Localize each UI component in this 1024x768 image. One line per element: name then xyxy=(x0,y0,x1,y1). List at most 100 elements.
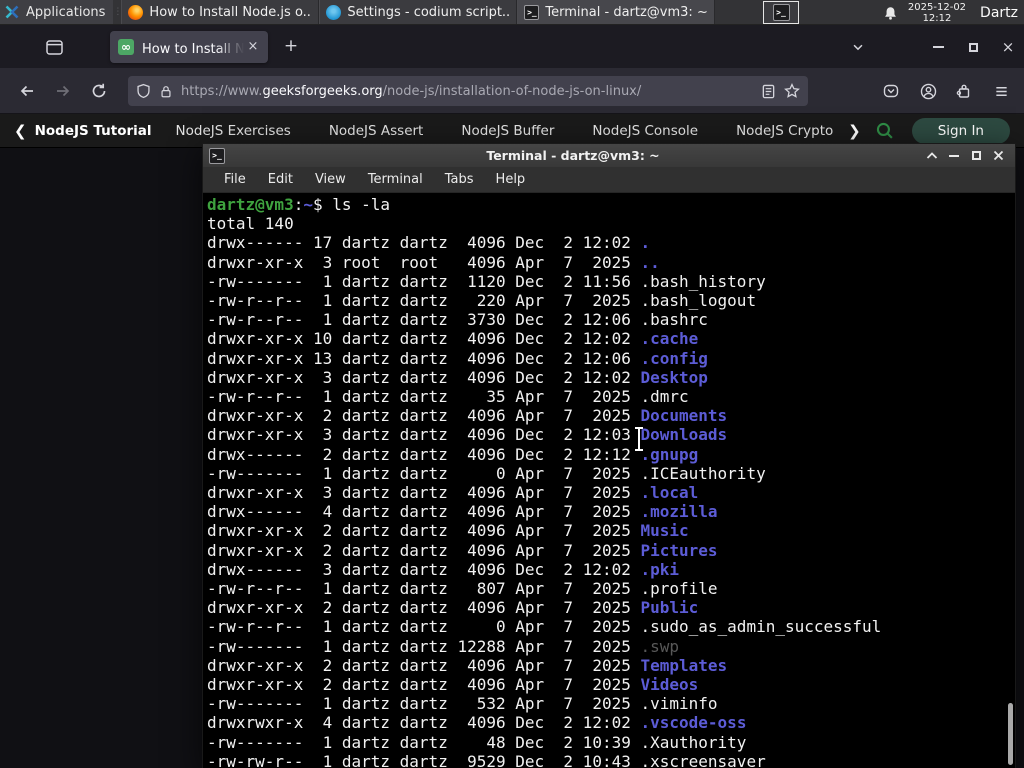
terminal-menu-file[interactable]: File xyxy=(213,169,257,190)
terminal-menu-terminal[interactable]: Terminal xyxy=(357,169,434,190)
terminal-menu-tabs[interactable]: Tabs xyxy=(434,169,485,190)
terminal-line: -rw------- 1 dartz dartz 1120 Dec 2 11:5… xyxy=(207,271,766,291)
terminal-titlebar[interactable]: >_ Terminal - dartz@vm3: ~ xyxy=(203,144,1015,167)
taskbar-button-label: Settings - codium script... xyxy=(347,4,511,20)
terminal-line: -rw-r--r-- 1 dartz dartz 220 Apr 7 2025 … xyxy=(207,291,757,311)
account-icon[interactable] xyxy=(915,79,941,103)
notification-bell-icon[interactable] xyxy=(883,5,898,21)
terminal-maximize-icon[interactable] xyxy=(965,147,987,164)
tray-terminal-indicator[interactable]: >_ xyxy=(763,1,799,24)
terminal-line: -rw------- 1 dartz dartz 0 Apr 7 2025 .I… xyxy=(207,463,766,483)
terminal-line: drwxr-xr-x 10 dartz dartz 4096 Dec 2 12:… xyxy=(207,329,699,349)
terminal-line: drwx------ 2 dartz dartz 4096 Dec 2 12:1… xyxy=(207,444,699,464)
site-nav-items: NodeJS Tutorial NodeJS Exercises NodeJS As… xyxy=(35,123,849,139)
clock-date: 2025-12-02 xyxy=(907,1,967,13)
terminal-menu-view[interactable]: View xyxy=(304,169,357,190)
terminal-line: drwxrwxr-x 4 dartz dartz 4096 Dec 2 12:0… xyxy=(207,713,747,733)
active-tab[interactable]: ∞ How to Install Node.js on × xyxy=(110,31,268,63)
terminal-output[interactable]: dartz@vm3:~$ ls -la total 140 drwx------ 1… xyxy=(203,193,1015,768)
terminal-line: drwxr-xr-x 2 dartz dartz 4096 Apr 7 2025… xyxy=(207,406,728,426)
tracking-protection-shield-icon[interactable] xyxy=(136,83,151,99)
codium-icon xyxy=(326,4,342,20)
terminal-menubar: File Edit View Terminal Tabs Help xyxy=(203,167,1015,193)
terminal-icon: >_ xyxy=(524,4,540,20)
firefox-view-icon[interactable] xyxy=(40,35,68,59)
terminal-title: Terminal - dartz@vm3: ~ xyxy=(486,148,660,163)
reload-icon[interactable] xyxy=(86,79,112,103)
browser-toolbar: https://www.geeksforgeeks.org/node-js/in… xyxy=(0,68,1024,114)
forward-icon[interactable] xyxy=(50,79,76,103)
nav-item-nodejs-exercises[interactable]: NodeJS Exercises xyxy=(176,123,291,139)
terminal-line: total 140 xyxy=(207,214,294,234)
top-panel: Applications ⋮ How to Install Node.js o.… xyxy=(0,0,1024,25)
extensions-icon[interactable] xyxy=(951,79,977,103)
browser-tab-bar: ∞ How to Install Node.js on × + × xyxy=(0,25,1024,68)
applications-icon xyxy=(4,4,20,20)
taskbar-button-codium[interactable]: Settings - codium script... xyxy=(319,0,518,24)
nav-item-nodejs-console[interactable]: NodeJS Console xyxy=(592,123,698,139)
terminal-line: -rw-r--r-- 1 dartz dartz 3730 Dec 2 12:0… xyxy=(207,310,708,330)
terminal-window: >_ Terminal - dartz@vm3: ~ File Edit View T… xyxy=(202,143,1016,768)
reader-mode-icon[interactable] xyxy=(761,84,776,99)
tab-close-icon[interactable]: × xyxy=(244,38,262,56)
taskbar-button-label: Terminal - dartz@vm3: ~ xyxy=(545,4,708,20)
panel-username: Dartz xyxy=(980,4,1018,21)
panel-handle: ⋮ xyxy=(113,7,122,17)
terminal-line: drwx------ 4 dartz dartz 4096 Apr 7 2025… xyxy=(207,502,718,522)
terminal-menu-help[interactable]: Help xyxy=(485,169,537,190)
terminal-line: drwxr-xr-x 3 dartz dartz 4096 Dec 2 12:0… xyxy=(207,425,728,445)
nav-item-nodejs-crypto[interactable]: NodeJS Crypto xyxy=(736,123,833,139)
terminal-line: drwx------ 3 dartz dartz 4096 Dec 2 12:0… xyxy=(207,559,680,579)
terminal-minimize-icon[interactable] xyxy=(943,147,965,164)
geeksforgeeks-favicon-icon: ∞ xyxy=(118,39,134,55)
applications-label: Applications xyxy=(26,4,106,20)
terminal-line: -rw-r--r-- 1 dartz dartz 35 Apr 7 2025 .… xyxy=(207,387,689,407)
terminal-line: drwxr-xr-x 2 dartz dartz 4096 Apr 7 2025… xyxy=(207,540,718,560)
nav-item-nodejs-assert[interactable]: NodeJS Assert xyxy=(329,123,424,139)
terminal-line: -rw-rw-r-- 1 dartz dartz 9529 Dec 2 10:4… xyxy=(207,751,766,768)
nav-scroll-right-chevron-icon[interactable]: ❯ xyxy=(848,122,861,140)
terminal-line: drwxr-xr-x 2 dartz dartz 4096 Apr 7 2025… xyxy=(207,675,699,695)
terminal-menu-edit[interactable]: Edit xyxy=(257,169,304,190)
terminal-line: -rw------- 1 dartz dartz 532 Apr 7 2025 … xyxy=(207,694,718,714)
window-close-button[interactable]: × xyxy=(995,35,1021,59)
back-icon[interactable] xyxy=(14,79,40,103)
lock-icon[interactable] xyxy=(159,84,173,99)
firefox-icon xyxy=(128,4,144,20)
terminal-line: dartz@vm3:~$ ls -la xyxy=(207,195,391,214)
hamburger-menu-icon[interactable] xyxy=(988,79,1014,103)
pocket-icon[interactable] xyxy=(878,79,904,103)
nav-item-nodejs-buffer[interactable]: NodeJS Buffer xyxy=(461,123,554,139)
terminal-line: -rw------- 1 dartz dartz 12288 Apr 7 202… xyxy=(207,636,680,656)
terminal-icon: >_ xyxy=(209,147,225,164)
search-icon[interactable] xyxy=(875,121,894,140)
new-tab-button[interactable]: + xyxy=(278,35,304,59)
taskbar-button-terminal[interactable]: >_ Terminal - dartz@vm3: ~ xyxy=(517,0,716,24)
clock-time: 12:12 xyxy=(922,12,952,24)
panel-clock[interactable]: 2025-12-02 12:12 xyxy=(908,2,966,24)
terminal-line: drwx------ 17 dartz dartz 4096 Dec 2 12:… xyxy=(207,233,651,253)
window-minimize-button[interactable] xyxy=(925,35,951,59)
terminal-scrollbar-thumb[interactable] xyxy=(1008,703,1013,765)
taskbar-button-firefox[interactable]: How to Install Node.js o... xyxy=(121,0,320,24)
terminal-close-icon[interactable] xyxy=(987,147,1009,164)
applications-menu-button[interactable]: Applications xyxy=(0,0,114,24)
url-bar[interactable]: https://www.geeksforgeeks.org/node-js/in… xyxy=(128,76,808,106)
nav-item-nodejs-tutorial[interactable]: NodeJS Tutorial xyxy=(35,123,152,139)
terminal-line: drwxr-xr-x 13 dartz dartz 4096 Dec 2 12:… xyxy=(207,348,708,368)
taskbar-window-buttons: How to Install Node.js o... Settings - co… xyxy=(121,0,716,24)
nav-scroll-left-chevron-icon[interactable]: ❮ xyxy=(0,122,35,140)
url-text: https://www.geeksforgeeks.org/node-js/in… xyxy=(181,83,642,99)
terminal-line: drwxr-xr-x 3 dartz dartz 4096 Dec 2 12:0… xyxy=(207,367,708,387)
terminal-line: -rw-r--r-- 1 dartz dartz 0 Apr 7 2025 .s… xyxy=(207,617,882,637)
taskbar-button-label: How to Install Node.js o... xyxy=(149,4,313,20)
bookmark-star-icon[interactable] xyxy=(784,83,800,99)
tab-title: How to Install Node.js on xyxy=(142,42,244,56)
terminal-line: drwxr-xr-x 2 dartz dartz 4096 Apr 7 2025… xyxy=(207,521,689,541)
list-all-tabs-chevron-icon[interactable] xyxy=(845,35,871,59)
terminal-rollup-icon[interactable] xyxy=(921,147,943,164)
sign-in-button[interactable]: Sign In xyxy=(911,117,1010,144)
terminal-line: -rw-r--r-- 1 dartz dartz 807 Apr 7 2025 … xyxy=(207,579,718,599)
terminal-line: drwxr-xr-x 3 root root 4096 Apr 7 2025 .… xyxy=(207,252,660,272)
window-maximize-button[interactable] xyxy=(960,35,986,59)
